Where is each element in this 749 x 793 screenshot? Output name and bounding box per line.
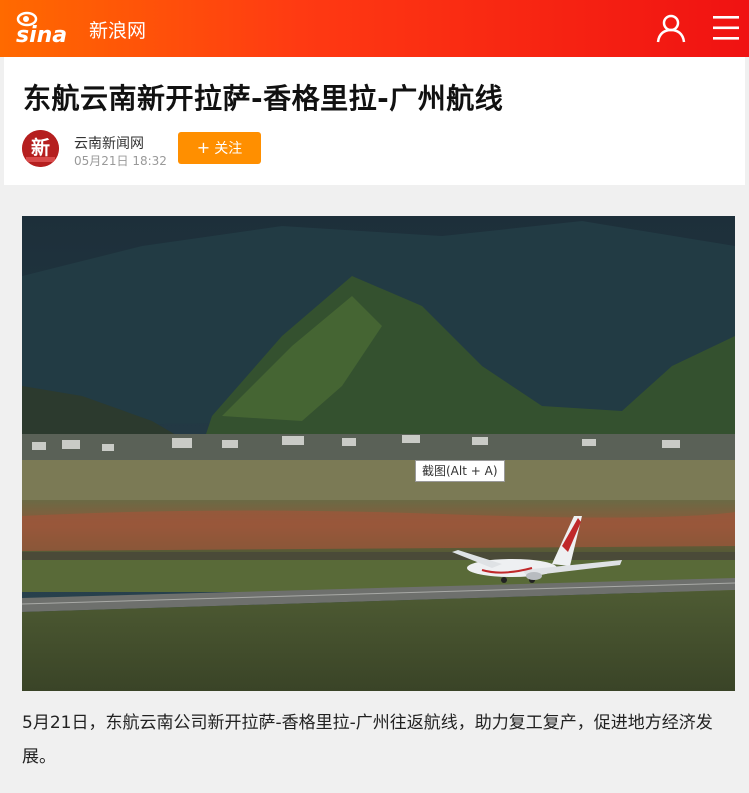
svg-text:sina: sina bbox=[16, 23, 67, 46]
article-photo bbox=[22, 216, 735, 691]
user-icon[interactable] bbox=[655, 12, 687, 44]
plus-icon: + bbox=[196, 138, 211, 157]
follow-label: 关注 bbox=[214, 141, 243, 157]
screenshot-tooltip: 截图(Alt + A) bbox=[415, 460, 505, 482]
sina-logo[interactable]: sina bbox=[14, 10, 68, 48]
menu-icon[interactable] bbox=[711, 13, 741, 43]
article-header: 东航云南新开拉萨-香格里拉-广州航线 新 云南新闻网 05月21日 18:32 … bbox=[4, 57, 745, 185]
follow-button[interactable]: + 关注 bbox=[178, 132, 261, 164]
author-name[interactable]: 云南新闻网 bbox=[74, 133, 144, 153]
author-avatar[interactable]: 新 bbox=[22, 130, 59, 167]
publish-date: 05月21日 18:32 bbox=[74, 154, 167, 168]
top-navigation-bar: sina 新浪网 bbox=[0, 0, 749, 57]
article-title: 东航云南新开拉萨-香格里拉-广州航线 bbox=[23, 82, 504, 115]
svg-text:新: 新 bbox=[31, 136, 50, 159]
site-name[interactable]: 新浪网 bbox=[89, 16, 146, 43]
photo-caption: 5月21日，东航云南公司新开拉萨-香格里拉-广州往返航线，助力复工复产，促进地方… bbox=[22, 713, 713, 767]
